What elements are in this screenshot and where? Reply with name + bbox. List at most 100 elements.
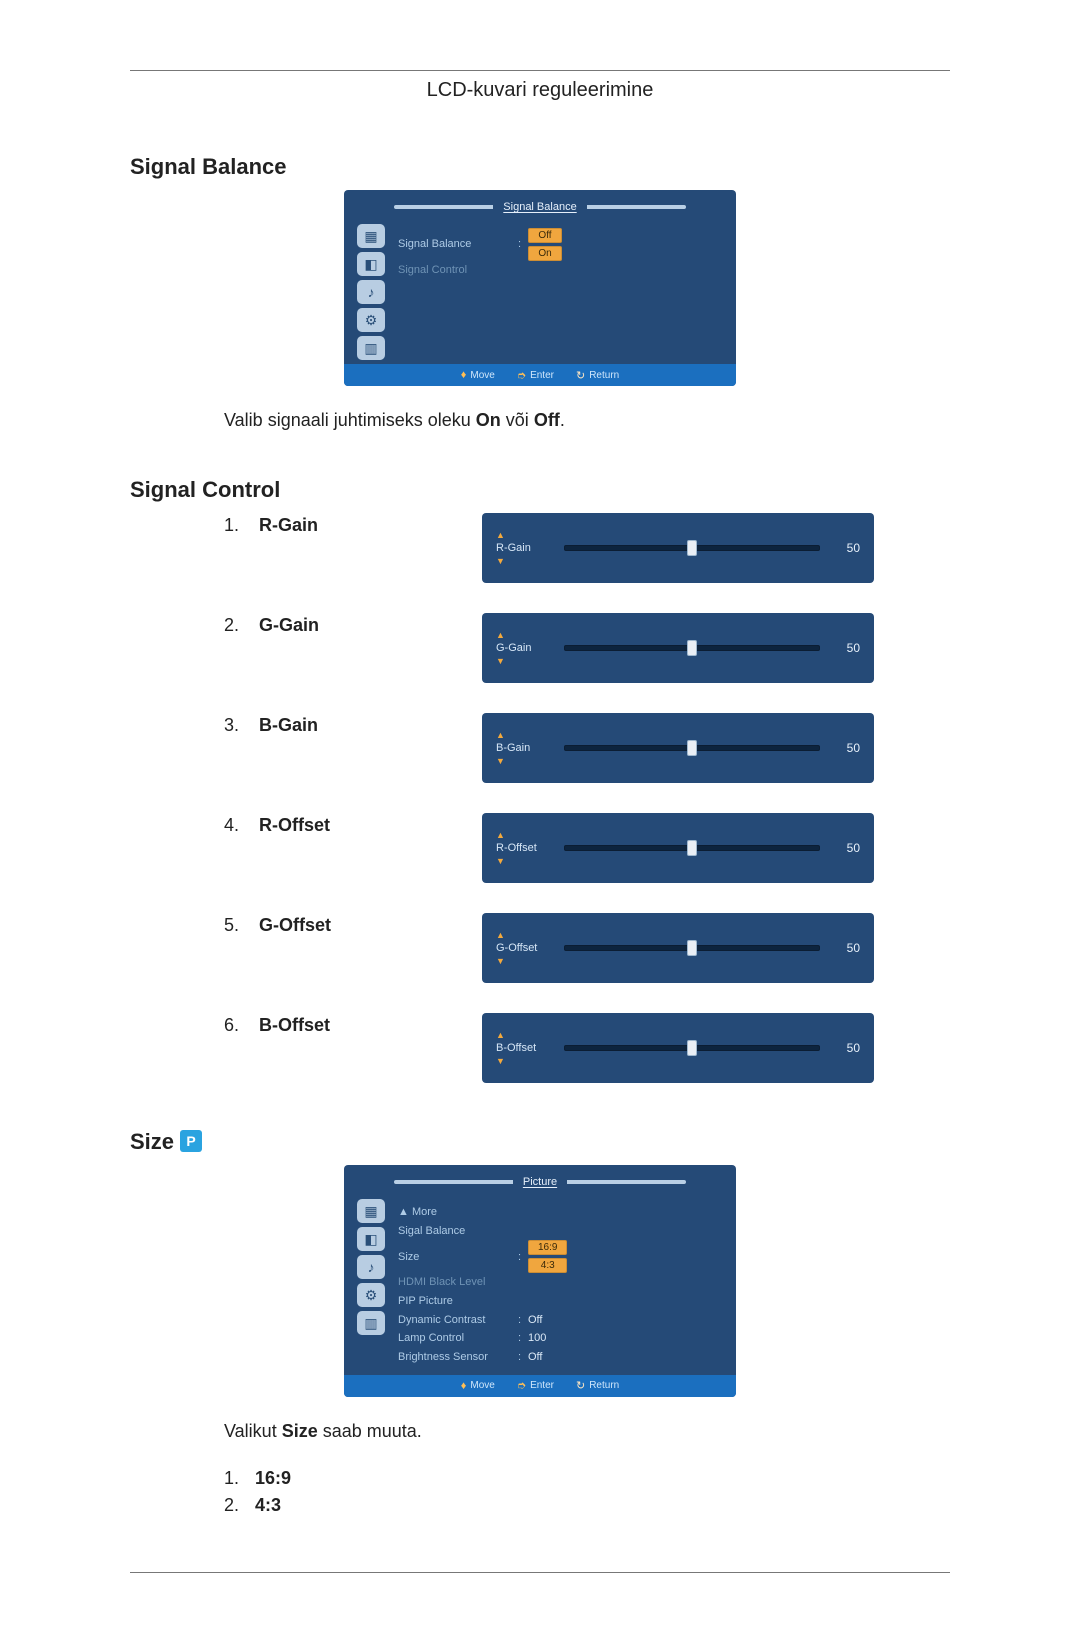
updown-icon: ♦ <box>461 369 467 381</box>
audio-icon[interactable]: ♪ <box>357 1255 385 1279</box>
down-icon: ▼ <box>496 756 505 766</box>
list-item-label: 5. G-Offset <box>130 913 482 936</box>
option-on-chip[interactable]: On <box>528 246 562 261</box>
osd-row-size[interactable]: Size : 16:9 4:3 <box>398 1240 722 1273</box>
osd-row-key: Signal Balance <box>398 235 518 254</box>
audio-icon[interactable]: ♪ <box>357 280 385 304</box>
section-title-text: Signal Control <box>130 477 280 503</box>
slider-track[interactable] <box>564 645 820 651</box>
list-item-label: 2. G-Gain <box>130 613 482 636</box>
osd-footer: ♦Move ➮Enter ↻Return <box>344 364 736 386</box>
return-icon: ↻ <box>576 369 585 382</box>
footer-return: ↻Return <box>576 369 619 382</box>
osd-titlebar: Signal Balance <box>394 198 686 216</box>
enter-icon: ➮ <box>517 369 526 382</box>
osd-panel-picture: Picture ▦ ◧ ♪ ⚙ ▥ ▲ More Sigal Balance S… <box>344 1165 736 1397</box>
slider-thumb[interactable] <box>687 940 697 956</box>
osd-titlebar: Picture <box>394 1173 686 1191</box>
multi-icon[interactable]: ▥ <box>357 1311 385 1335</box>
down-icon: ▼ <box>496 956 505 966</box>
slider-thumb[interactable] <box>687 540 697 556</box>
osd-row-options: 16:9 4:3 <box>528 1240 567 1273</box>
updown-icon: ♦ <box>461 1380 467 1392</box>
image-icon[interactable]: ▦ <box>357 224 385 248</box>
signal-balance-description: Valib signaali juhtimiseks oleku On või … <box>224 410 950 431</box>
section-title-text: Size <box>130 1129 174 1155</box>
osd-picture-wrapper: Picture ▦ ◧ ♪ ⚙ ▥ ▲ More Sigal Balance S… <box>130 1165 950 1397</box>
slider-label: ▲G-Gain▼ <box>496 629 552 667</box>
slider-label: ▲B-Offset▼ <box>496 1029 552 1067</box>
section-title-signal-control: Signal Control <box>130 477 950 503</box>
up-icon: ▲ <box>496 630 505 640</box>
multi-icon[interactable]: ▥ <box>357 336 385 360</box>
slider-panel-g-gain: ▲G-Gain▼ 50 <box>482 613 874 683</box>
slider-panel-b-gain: ▲B-Gain▼ 50 <box>482 713 874 783</box>
slider-label: ▲R-Gain▼ <box>496 529 552 567</box>
footer-return: ↻Return <box>576 1379 619 1392</box>
slider-thumb[interactable] <box>687 840 697 856</box>
osd-row-more[interactable]: ▲ More <box>398 1203 722 1222</box>
footer-rule <box>130 1572 950 1573</box>
slider-thumb[interactable] <box>687 640 697 656</box>
return-icon: ↻ <box>576 1379 585 1392</box>
osd-row-key: Signal Control <box>398 261 518 280</box>
image-icon[interactable]: ▦ <box>357 1199 385 1223</box>
slider-track[interactable] <box>564 545 820 551</box>
osd-row-dynamic-contrast[interactable]: Dynamic Contrast:Off <box>398 1311 722 1330</box>
osd-row-signal-balance[interactable]: Signal Balance : Off On <box>398 228 722 261</box>
osd-content: Signal Balance : Off On Signal Control <box>388 224 726 360</box>
footer-enter: ➮Enter <box>517 369 554 382</box>
option-43-chip[interactable]: 4:3 <box>528 1258 567 1273</box>
list-item-label: 3. B-Gain <box>130 713 482 736</box>
option-off-chip[interactable]: Off <box>528 228 562 243</box>
slider-thumb[interactable] <box>687 1040 697 1056</box>
up-icon: ▲ <box>496 530 505 540</box>
list-item-label: 4. R-Offset <box>130 813 482 836</box>
picture-icon[interactable]: ◧ <box>357 1227 385 1251</box>
down-icon: ▼ <box>496 656 505 666</box>
up-icon: ▲ <box>496 930 505 940</box>
list-item: 2. G-Gain ▲G-Gain▼ 50 <box>130 613 950 683</box>
osd-row-brightness-sensor[interactable]: Brightness Sensor:Off <box>398 1348 722 1367</box>
slider-panel-g-offset: ▲G-Offset▼ 50 <box>482 913 874 983</box>
slider-value: 50 <box>832 941 860 955</box>
slider-track[interactable] <box>564 945 820 951</box>
slider-track[interactable] <box>564 745 820 751</box>
osd-row-signal-control[interactable]: Signal Control <box>398 261 722 280</box>
footer-enter: ➮Enter <box>517 1379 554 1392</box>
osd-icon-column: ▦ ◧ ♪ ⚙ ▥ <box>354 224 388 360</box>
settings-icon[interactable]: ⚙ <box>357 1283 385 1307</box>
slider-thumb[interactable] <box>687 740 697 756</box>
slider-label: ▲B-Gain▼ <box>496 729 552 767</box>
section-title-signal-balance: Signal Balance <box>130 154 950 180</box>
osd-row-options: Off On <box>528 228 562 261</box>
footer-move: ♦Move <box>461 1380 495 1392</box>
osd-row-sigal-balance[interactable]: Sigal Balance <box>398 1222 722 1241</box>
slider-track[interactable] <box>564 845 820 851</box>
osd-row-pip-picture[interactable]: PIP Picture <box>398 1292 722 1311</box>
slider-panel-r-gain: ▲R-Gain▼ 50 <box>482 513 874 583</box>
osd-row-lamp-control[interactable]: Lamp Control:100 <box>398 1329 722 1348</box>
osd-footer: ♦Move ➮Enter ↻Return <box>344 1375 736 1397</box>
list-item: 2. 4:3 <box>224 1495 950 1516</box>
up-icon: ▲ <box>496 1030 505 1040</box>
list-item: 5. G-Offset ▲G-Offset▼ 50 <box>130 913 950 983</box>
option-169-chip[interactable]: 16:9 <box>528 1240 567 1255</box>
settings-icon[interactable]: ⚙ <box>357 308 385 332</box>
slider-panel-r-offset: ▲R-Offset▼ 50 <box>482 813 874 883</box>
section-title-text: Signal Balance <box>130 154 287 180</box>
osd-signal-balance-wrapper: Signal Balance ▦ ◧ ♪ ⚙ ▥ Signal Balance … <box>130 190 950 386</box>
list-item: 1. R-Gain ▲R-Gain▼ 50 <box>130 513 950 583</box>
slider-value: 50 <box>832 741 860 755</box>
picture-icon[interactable]: ◧ <box>357 252 385 276</box>
slider-value: 50 <box>832 641 860 655</box>
osd-row-hdmi-black[interactable]: HDMI Black Level <box>398 1273 722 1292</box>
down-icon: ▼ <box>496 556 505 566</box>
osd-panel-signal-balance: Signal Balance ▦ ◧ ♪ ⚙ ▥ Signal Balance … <box>344 190 736 386</box>
signal-control-list: 1. R-Gain ▲R-Gain▼ 50 2. G-Gain ▲G-Gain▼ <box>130 513 950 1083</box>
slider-label: ▲G-Offset▼ <box>496 929 552 967</box>
slider-track[interactable] <box>564 1045 820 1051</box>
slider-value: 50 <box>832 541 860 555</box>
page-header-title: LCD-kuvari reguleerimine <box>130 71 950 108</box>
up-icon: ▲ <box>496 730 505 740</box>
